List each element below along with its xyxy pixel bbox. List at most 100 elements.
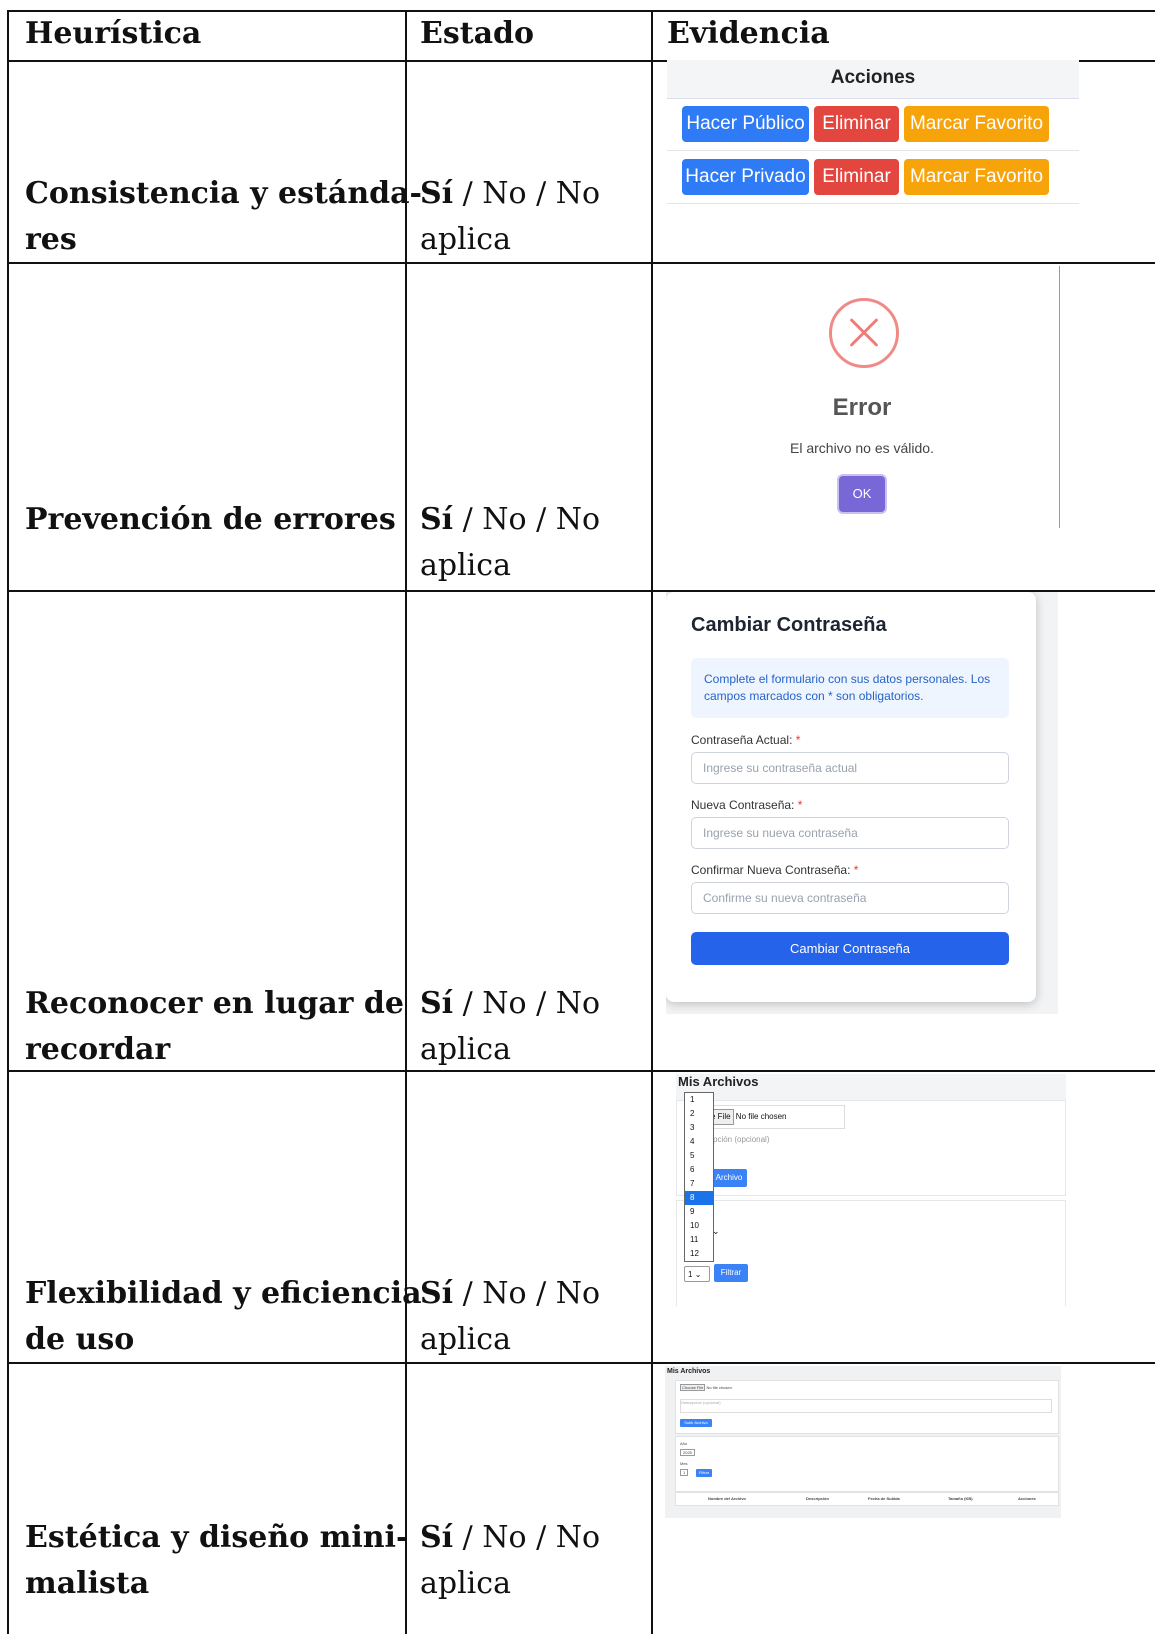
estado-4-selected: Sí: [420, 1276, 454, 1311]
info-box: Complete el formulario con sus datos per…: [691, 658, 1009, 718]
mini-col-desc: Descripción: [806, 1496, 829, 1501]
dropdown-option[interactable]: 9: [685, 1205, 713, 1219]
estado-4-options: / No / No: [453, 1276, 601, 1311]
label-text: Confirmar Nueva Contraseña:: [691, 863, 851, 877]
ok-button[interactable]: OK: [839, 476, 885, 512]
confirm-password-input[interactable]: Confirme su nueva contraseña: [691, 882, 1009, 914]
evidence-error-dialog: Error El archivo no es válido. OK: [667, 266, 1060, 528]
heuristic-1-line1: Consistencia y estánda-: [25, 176, 423, 211]
dropdown-option[interactable]: 1: [685, 1093, 713, 1107]
heuristic-4-line1: Flexibilidad y eficiencia: [25, 1276, 422, 1311]
dropdown-option[interactable]: 12: [685, 1247, 713, 1261]
estado-3-selected: Sí: [420, 986, 454, 1021]
estado-5: Sí / No / No: [420, 1514, 600, 1562]
estado-2-selected: Sí: [420, 502, 454, 537]
new-password-input[interactable]: Ingrese su nueva contraseña: [691, 817, 1009, 849]
file-status: No file chosen: [735, 1112, 787, 1121]
estado-5-options: / No / No: [453, 1520, 601, 1555]
col-divider-2: [651, 10, 653, 1634]
card-title: Cambiar Contraseña: [691, 614, 887, 636]
required-mark: *: [797, 798, 803, 812]
header-estado: Estado: [420, 16, 535, 51]
required-mark: *: [795, 733, 801, 747]
favorite-button[interactable]: Marcar Favorito: [904, 159, 1049, 195]
estado-3-line2: aplica: [420, 1032, 511, 1067]
delete-button[interactable]: Eliminar: [814, 106, 899, 142]
mini-year-label: Año: [680, 1441, 688, 1446]
label-text: Nueva Contraseña:: [691, 798, 795, 812]
row-rule-4: [7, 1362, 1155, 1364]
table-top-rule: [7, 10, 1155, 12]
month-value: 1: [688, 1270, 693, 1279]
heuristic-1-line2: res: [25, 222, 77, 257]
mini-filter-panel: Año 2025 Mes 1 Filtrar: [675, 1436, 1059, 1492]
change-password-button[interactable]: Cambiar Contraseña: [691, 932, 1009, 965]
current-password-label: Contraseña Actual: *: [691, 733, 800, 747]
current-password-input[interactable]: Ingrese su contraseña actual: [691, 752, 1009, 784]
actions-row-1: Hacer Público Eliminar Marcar Favorito: [667, 98, 1079, 151]
dropdown-option[interactable]: 5: [685, 1149, 713, 1163]
mini-col-date: Fecha de Subida: [868, 1496, 900, 1501]
estado-1: Sí / No / No: [420, 170, 600, 218]
left-border: [7, 10, 9, 1634]
label-text: Contraseña Actual:: [691, 733, 793, 747]
month-select[interactable]: 1 ⌄: [684, 1266, 710, 1282]
mini-filter-button[interactable]: Filtrar: [696, 1469, 712, 1477]
upload-button[interactable]: Archivo: [711, 1169, 747, 1187]
mini-upload-panel: Choose File No file chosen Descripción (…: [675, 1380, 1059, 1434]
estado-2-line2: aplica: [420, 548, 511, 583]
password-card: Cambiar Contraseña Complete el formulari…: [666, 592, 1036, 1002]
delete-button[interactable]: Eliminar: [814, 159, 899, 195]
evidence-files-page: Mis Archivos Choose File No file chosen …: [665, 1366, 1061, 1518]
mini-choose-file[interactable]: Choose File: [680, 1384, 706, 1391]
heuristic-3-line2: recordar: [25, 1032, 171, 1067]
dropdown-option[interactable]: 2: [685, 1107, 713, 1121]
evidence-files-dropdown: Mis Archivos se File No file chosen pció…: [676, 1074, 1066, 1306]
actions-header: Acciones: [667, 60, 1079, 99]
month-dropdown-list[interactable]: 1 2 3 4 5 6 7 8 9 10 11 12: [684, 1092, 714, 1262]
row-rule-1: [7, 262, 1155, 264]
dropdown-option[interactable]: 4: [685, 1135, 713, 1149]
col-divider-1: [405, 10, 407, 1634]
estado-5-line2: aplica: [420, 1566, 511, 1601]
favorite-button[interactable]: Marcar Favorito: [904, 106, 1049, 142]
dropdown-option[interactable]: 6: [685, 1163, 713, 1177]
heuristic-3-line1: Reconocer en lugar de: [25, 986, 404, 1021]
dropdown-option[interactable]: 11: [685, 1233, 713, 1247]
mini-file-picker[interactable]: Choose File No file chosen: [680, 1384, 732, 1391]
confirm-password-label: Confirmar Nueva Contraseña: *: [691, 863, 858, 877]
dropdown-option[interactable]: 7: [685, 1177, 713, 1191]
mini-col-actions: Acciones: [1018, 1496, 1036, 1501]
estado-1-line2: aplica: [420, 222, 511, 257]
mini-upload-button[interactable]: Subir Archivo: [680, 1419, 712, 1427]
upload-panel: se File No file chosen pción (opcional) …: [676, 1100, 1066, 1196]
estado-3: Sí / No / No: [420, 980, 600, 1028]
estado-3-options: / No / No: [453, 986, 601, 1021]
dropdown-option[interactable]: 3: [685, 1121, 713, 1135]
make-public-button[interactable]: Hacer Público: [682, 106, 809, 142]
required-mark: *: [853, 863, 859, 877]
files-title: Mis Archivos: [676, 1074, 1066, 1100]
dropdown-option-selected[interactable]: 8: [685, 1191, 713, 1205]
chevron-down-icon: ⌄: [694, 1270, 702, 1279]
row-rule-3: [7, 1070, 1155, 1072]
mini-col-size: Tamaño (KB): [948, 1496, 973, 1501]
mini-month-select[interactable]: 1: [680, 1469, 689, 1476]
estado-4: Sí / No / No: [420, 1270, 600, 1318]
description-placeholder[interactable]: pción (opcional): [713, 1135, 769, 1144]
error-x-icon: [829, 298, 899, 368]
new-password-label: Nueva Contraseña: *: [691, 798, 802, 812]
mini-description-input[interactable]: Descripción (opcional): [680, 1399, 1052, 1413]
dropdown-option[interactable]: 10: [685, 1219, 713, 1233]
header-heuristica: Heurística: [25, 16, 202, 51]
mini-file-status: No file chosen: [706, 1385, 732, 1390]
heuristic-4-line2: de uso: [25, 1322, 135, 1357]
make-private-button[interactable]: Hacer Privado: [682, 159, 809, 195]
estado-5-selected: Sí: [420, 1520, 454, 1555]
actions-row-2: Hacer Privado Eliminar Marcar Favorito: [667, 151, 1079, 204]
mini-year-select[interactable]: 2025: [680, 1449, 695, 1456]
estado-2-options: / No / No: [453, 502, 601, 537]
mini-title: Mis Archivos: [667, 1368, 711, 1375]
filter-button[interactable]: Filtrar: [714, 1264, 748, 1282]
mini-table-header: Nombre del Archivo Descripción Fecha de …: [675, 1492, 1059, 1506]
